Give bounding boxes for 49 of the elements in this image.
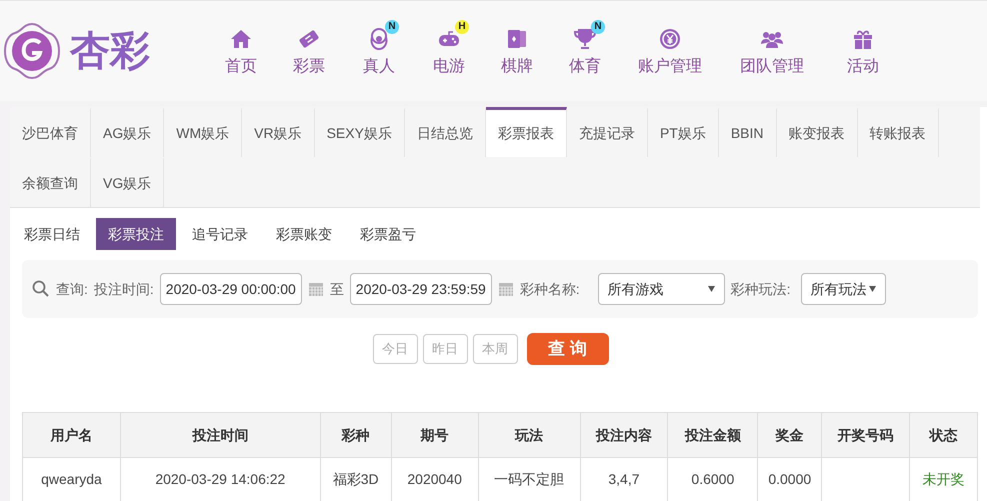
play-type-select[interactable]: 所有玩法: [800, 273, 886, 305]
nav-link[interactable]: 彩票: [293, 55, 325, 79]
column-header: 奖金: [758, 412, 822, 458]
nav-link[interactable]: 首页: [225, 55, 257, 79]
search-icon: [32, 280, 50, 298]
cards-icon: [505, 27, 529, 51]
nav-link[interactable]: 棋牌: [501, 55, 533, 79]
column-header: 彩种: [320, 412, 392, 458]
yen-coin-icon: [658, 27, 682, 51]
column-header: 玩法: [478, 412, 580, 458]
game-name-label: 彩种名称:: [520, 280, 580, 298]
end-time-field[interactable]: 2020-03-29 23:59:59: [350, 273, 492, 305]
caret-icon: [708, 286, 715, 292]
sub-tab[interactable]: 彩票盈亏: [348, 218, 428, 250]
nav-link[interactable]: 团队管理: [740, 55, 804, 79]
bet-time-label: 投注时间:: [94, 280, 154, 298]
sub-tab[interactable]: 追号记录: [180, 218, 260, 250]
house-icon: [229, 27, 253, 51]
logo-text: 杏彩: [70, 27, 150, 76]
column-header: 投注金额: [668, 412, 758, 458]
range-separator: 至: [330, 280, 344, 298]
search-button[interactable]: 查 询: [526, 333, 608, 365]
nav-link[interactable]: 真人: [363, 55, 395, 79]
trophy-icon: [573, 27, 597, 51]
calendar-icon: [498, 281, 514, 297]
new-badge: N: [385, 20, 399, 34]
query-label: 查询:: [56, 280, 88, 298]
new-badge: H: [455, 20, 469, 34]
table-cell: qwearyda: [22, 458, 120, 501]
column-header: 状态: [910, 412, 978, 458]
calendar-icon: [308, 281, 324, 297]
play-type-label: 彩种玩法:: [730, 280, 791, 298]
report-tab[interactable]: 彩票报表: [486, 107, 567, 157]
game-select[interactable]: 所有游戏: [598, 273, 725, 305]
sub-tab[interactable]: 彩票账变: [264, 218, 344, 250]
start-time-field[interactable]: 2020-03-29 00:00:00: [160, 273, 302, 305]
nav-link[interactable]: 账户管理: [638, 55, 702, 79]
sub-tab[interactable]: 彩票日结: [12, 218, 92, 250]
nav-link[interactable]: 活动: [847, 55, 879, 79]
column-header: 投注时间: [120, 412, 320, 458]
nav-link[interactable]: 体育: [569, 55, 601, 79]
column-header: 期号: [391, 412, 478, 458]
new-badge: N: [591, 20, 605, 34]
column-header: 开奖号码: [822, 412, 910, 458]
nav-link[interactable]: 电游: [433, 55, 465, 79]
caret-icon: [868, 286, 876, 292]
column-header: 投注内容: [580, 412, 668, 458]
sub-tab[interactable]: 彩票投注: [96, 218, 176, 250]
column-header: 用户名: [22, 412, 120, 458]
